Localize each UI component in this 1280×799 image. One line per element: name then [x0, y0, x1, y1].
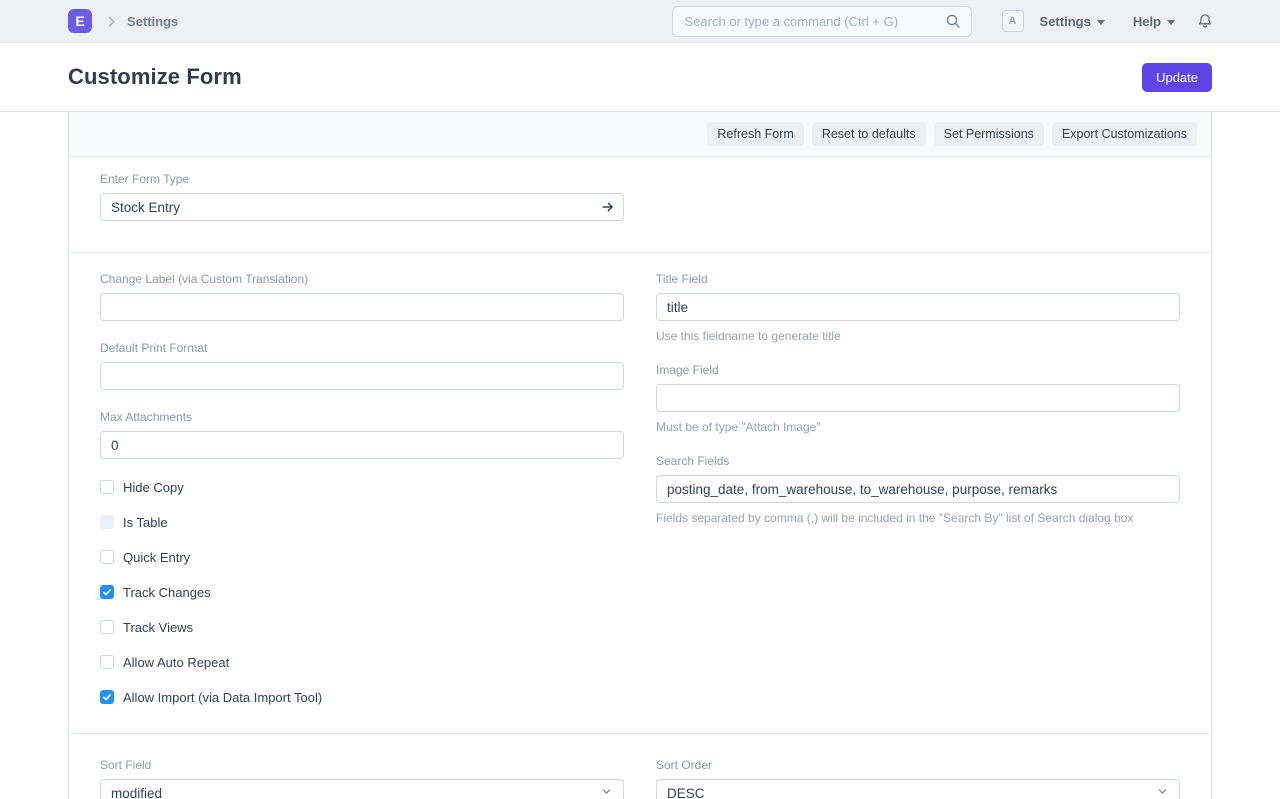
- checkbox-row[interactable]: Quick Entry: [100, 549, 624, 565]
- link-arrow-icon[interactable]: [601, 200, 615, 214]
- section-sort: Sort Field modified Sort Order DESC: [69, 733, 1211, 799]
- title-field-input[interactable]: [656, 293, 1180, 321]
- chevron-down-icon: [1097, 20, 1105, 25]
- chevron-down-icon: [1167, 20, 1175, 25]
- checkbox-row[interactable]: Track Views: [100, 619, 624, 635]
- sort-field-select[interactable]: modified: [100, 779, 624, 799]
- image-field-label: Image Field: [656, 363, 1180, 377]
- checkbox[interactable]: [100, 585, 114, 599]
- image-field-input[interactable]: [656, 384, 1180, 412]
- section-main: Change Label (via Custom Translation) De…: [69, 252, 1211, 733]
- checkbox-label: Hide Copy: [123, 480, 184, 495]
- search-icon: [945, 13, 961, 34]
- chevron-right-icon: [104, 14, 119, 29]
- field-max-attachments: Max Attachments: [100, 410, 624, 459]
- global-search: [672, 6, 972, 37]
- checkbox: [100, 515, 114, 529]
- checkbox-row[interactable]: Allow Import (via Data Import Tool): [100, 689, 624, 705]
- checkbox[interactable]: [100, 620, 114, 634]
- settings-menu-label: Settings: [1040, 14, 1091, 29]
- change-label-label: Change Label (via Custom Translation): [100, 272, 624, 286]
- form-type-label: Enter Form Type: [100, 172, 1180, 186]
- title-field-help: Use this fieldname to generate title: [656, 329, 1180, 343]
- app-logo[interactable]: E: [68, 9, 92, 33]
- page-title: Customize Form: [68, 64, 1142, 90]
- sort-field-value: modified: [111, 786, 162, 799]
- max-attachments-label: Max Attachments: [100, 410, 624, 424]
- checkbox-list: Hide Copy Is Table Quick Entry Track Change…: [100, 479, 624, 705]
- checkbox-row[interactable]: Track Changes: [100, 584, 624, 600]
- checkbox[interactable]: [100, 480, 114, 494]
- sort-order-select[interactable]: DESC: [656, 779, 1180, 799]
- toolbar-button[interactable]: Refresh Form: [707, 122, 803, 146]
- checkbox[interactable]: [100, 550, 114, 564]
- checkbox-label: Track Views: [123, 620, 193, 635]
- toolbar-button[interactable]: Reset to defaults: [812, 122, 926, 146]
- sort-order-column: Sort Order DESC: [656, 758, 1180, 799]
- toolbar-button[interactable]: Set Permissions: [934, 122, 1044, 146]
- breadcrumb[interactable]: Settings: [127, 14, 178, 29]
- chevron-down-icon: [1156, 785, 1169, 799]
- sort-field-label: Sort Field: [100, 758, 624, 772]
- checkbox-row[interactable]: Hide Copy: [100, 479, 624, 495]
- change-label-input[interactable]: [100, 293, 624, 321]
- field-search-fields: Search Fields Fields separated by comma …: [656, 454, 1180, 525]
- section-form-type: Enter Form Type: [69, 157, 1211, 252]
- default-print-format-input[interactable]: [100, 362, 624, 390]
- update-button[interactable]: Update: [1142, 63, 1212, 92]
- form-type-input[interactable]: [100, 193, 624, 221]
- search-input[interactable]: [672, 6, 972, 37]
- form-type-control: [100, 193, 624, 221]
- column-right: Title Field Use this fieldname to genera…: [656, 272, 1180, 705]
- checkbox-label: Is Table: [123, 515, 168, 530]
- field-change-label: Change Label (via Custom Translation): [100, 272, 624, 321]
- checkbox-label: Track Changes: [123, 585, 211, 600]
- sort-order-value: DESC: [667, 786, 705, 799]
- checkbox[interactable]: [100, 690, 114, 704]
- page-head: Customize Form Update: [0, 43, 1280, 112]
- sort-field-column: Sort Field modified: [100, 758, 624, 799]
- column-left: Change Label (via Custom Translation) De…: [100, 272, 624, 705]
- toolbar-button[interactable]: Export Customizations: [1052, 122, 1197, 146]
- avatar[interactable]: A: [1002, 10, 1024, 32]
- checkbox-label: Quick Entry: [123, 550, 190, 565]
- checkbox-row: Is Table: [100, 514, 624, 530]
- field-default-print-format: Default Print Format: [100, 341, 624, 390]
- field-title-field: Title Field Use this fieldname to genera…: [656, 272, 1180, 343]
- form-toolbar-buttons: Refresh Form Reset to defaults Set Permiss…: [69, 112, 1211, 157]
- form-card: Refresh Form Reset to defaults Set Permiss…: [68, 112, 1212, 799]
- sort-order-label: Sort Order: [656, 758, 1180, 772]
- search-fields-help: Fields separated by comma (,) will be in…: [656, 511, 1180, 525]
- checkbox[interactable]: [100, 655, 114, 669]
- checkbox-label: Allow Import (via Data Import Tool): [123, 690, 322, 705]
- bell-icon[interactable]: [1197, 13, 1213, 30]
- search-fields-input[interactable]: [656, 475, 1180, 503]
- image-field-help: Must be of type "Attach Image": [656, 420, 1180, 434]
- field-image-field: Image Field Must be of type "Attach Imag…: [656, 363, 1180, 434]
- checkbox-row[interactable]: Allow Auto Repeat: [100, 654, 624, 670]
- default-print-format-label: Default Print Format: [100, 341, 624, 355]
- max-attachments-input[interactable]: [100, 431, 624, 459]
- settings-menu[interactable]: Settings: [1040, 14, 1105, 29]
- chevron-down-icon: [600, 785, 613, 799]
- navbar: E Settings A Settings Help: [0, 0, 1280, 43]
- title-field-label: Title Field: [656, 272, 1180, 286]
- search-fields-label: Search Fields: [656, 454, 1180, 468]
- help-menu-label: Help: [1133, 14, 1161, 29]
- checkbox-label: Allow Auto Repeat: [123, 655, 229, 670]
- help-menu[interactable]: Help: [1133, 14, 1175, 29]
